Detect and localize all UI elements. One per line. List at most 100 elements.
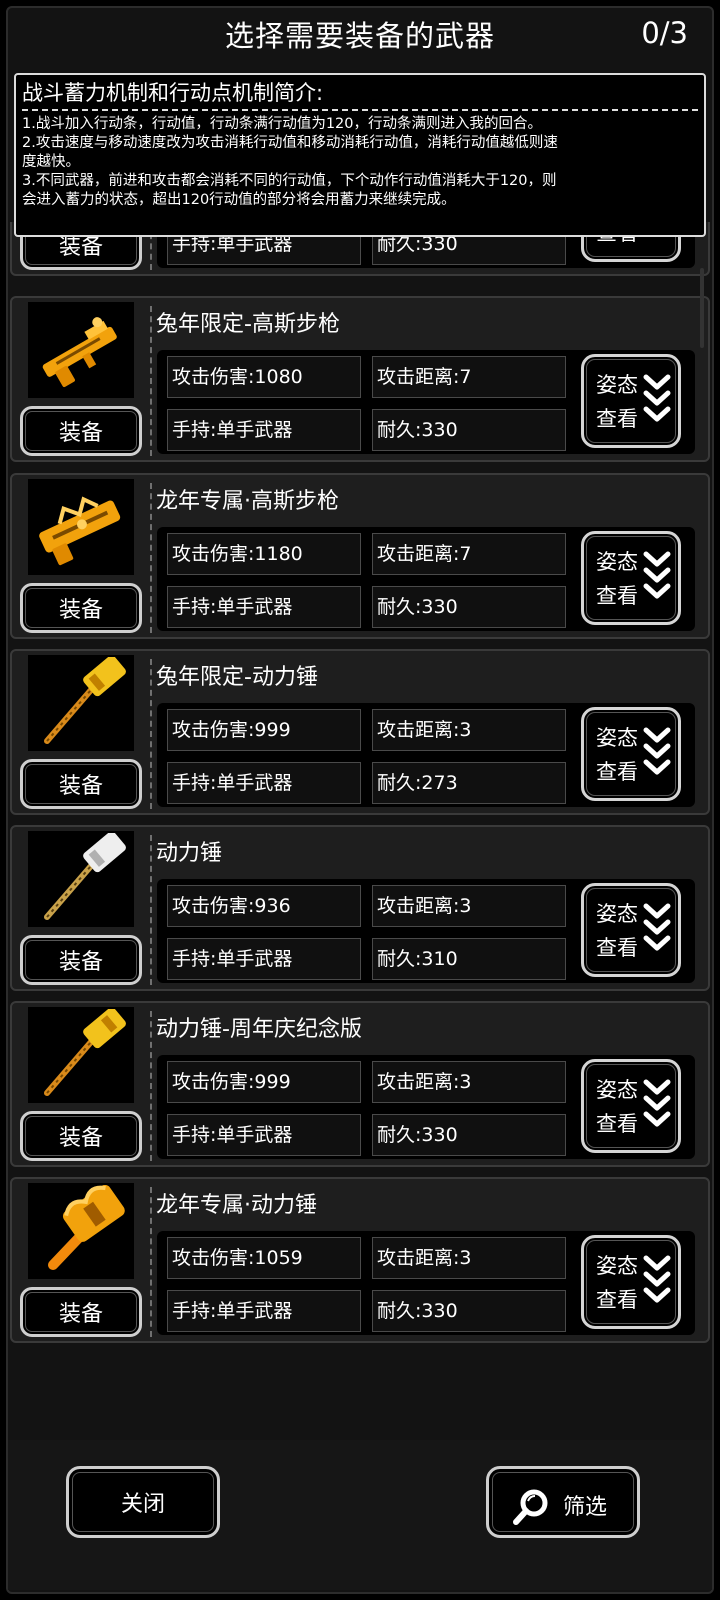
view-label: 查看 (596, 936, 638, 960)
equip-button[interactable]: 装备 (20, 406, 142, 456)
weapon-card: 装备 动力锤 攻击伤害:936 攻击距离:3 手持:单手武器 耐久:310 姿态… (10, 825, 710, 991)
attack-damage: 攻击伤害:936 (167, 885, 361, 927)
chevron-down-icon (643, 374, 671, 422)
stats-panel: 攻击伤害:1059 攻击距离:3 手持:单手武器 耐久:330 姿态 查看 (157, 1231, 695, 1335)
weapon-card: 装备 龙年专属·高斯步枪 攻击伤害:1180 攻击距离:7 手持:单手武器 耐久… (10, 473, 710, 639)
stance-view-button[interactable]: 姿态 查看 (581, 883, 681, 977)
durability: 耐久:330 (372, 409, 566, 451)
mechanics-info-panel: 战斗蓄力机制和行动点机制简介: 1.战斗加入行动条，行动值，行动条满行动值为12… (14, 73, 706, 237)
page-title: 选择需要装备的武器 (224, 19, 495, 53)
stance-view-button[interactable]: 姿态 查看 (581, 1059, 681, 1153)
attack-damage: 攻击伤害:999 (167, 1061, 361, 1103)
durability: 耐久:273 (372, 762, 566, 804)
filter-label: 筛选 (563, 1495, 608, 1520)
filter-button[interactable]: 筛选 (486, 1466, 640, 1538)
divider (150, 1187, 152, 1337)
dragon-gauss-rifle-icon (28, 479, 134, 575)
chevron-down-icon (643, 903, 671, 951)
attack-damage: 攻击伤害:1180 (167, 533, 361, 575)
attack-range: 攻击距离:3 (372, 709, 566, 751)
hold-type: 手持:单手武器 (167, 938, 361, 980)
stance-view-button[interactable]: 姿态 查看 (581, 1235, 681, 1329)
info-line: 3.不同武器，前进和攻击都会消耗不同的行动值，下个动作行动值消耗大于120，则 (22, 173, 557, 189)
weapon-list[interactable]: 装备 手持:单手武器 耐久:330 姿态 查看 (10, 222, 710, 1472)
stance-label: 姿态 (596, 902, 638, 926)
selected-count: 0/3 (641, 16, 688, 50)
equip-button[interactable]: 装备 (20, 759, 142, 809)
chevron-down-icon (643, 551, 671, 599)
chevron-down-icon (643, 1255, 671, 1303)
divider (150, 483, 152, 633)
search-icon (513, 1489, 548, 1525)
equip-button[interactable]: 装备 (20, 1111, 142, 1161)
hold-type: 手持:单手武器 (167, 762, 361, 804)
stance-label: 姿态 (596, 1254, 638, 1278)
stance-view-button[interactable]: 姿态 查看 (581, 707, 681, 801)
dragon-power-hammer-icon (28, 1183, 134, 1279)
hold-type: 手持:单手武器 (167, 1290, 361, 1332)
stance-label: 姿态 (596, 726, 638, 750)
view-label: 查看 (596, 1288, 638, 1312)
attack-range: 攻击距离:3 (372, 1061, 566, 1103)
hold-type: 手持:单手武器 (167, 1114, 361, 1156)
info-line: 度越快。 (22, 154, 80, 170)
divider (150, 1011, 152, 1161)
stance-label: 姿态 (596, 373, 638, 397)
info-line: 会进入蓄力的状态，超出120行动值的部分将会用蓄力来继续完成。 (22, 192, 456, 208)
hold-type: 手持:单手武器 (167, 586, 361, 628)
stance-label: 姿态 (596, 1078, 638, 1102)
weapon-name: 兔年限定-高斯步枪 (156, 312, 340, 337)
attack-range: 攻击距离:7 (372, 356, 566, 398)
dialog-header: 选择需要装备的武器 0/3 (0, 0, 720, 68)
info-divider (22, 109, 698, 111)
equip-button[interactable]: 装备 (20, 935, 142, 985)
divider (150, 306, 152, 456)
power-hammer-icon (28, 831, 134, 927)
view-label: 查看 (596, 584, 638, 608)
attack-range: 攻击距离:7 (372, 533, 566, 575)
info-title: 战斗蓄力机制和行动点机制简介: (22, 81, 324, 105)
divider (150, 835, 152, 985)
durability: 耐久:330 (372, 586, 566, 628)
stance-view-button[interactable]: 姿态 查看 (581, 354, 681, 448)
durability: 耐久:310 (372, 938, 566, 980)
view-label: 查看 (596, 1112, 638, 1136)
attack-range: 攻击距离:3 (372, 1237, 566, 1279)
weapon-name: 动力锤-周年庆纪念版 (156, 1017, 362, 1042)
weapon-card: 装备 兔年限定-高斯步枪 攻击伤害:1080 攻击距离:7 手持:单手武器 耐久… (10, 296, 710, 462)
chevron-down-icon (643, 727, 671, 775)
hold-type: 手持:单手武器 (167, 409, 361, 451)
stats-panel: 攻击伤害:1080 攻击距离:7 手持:单手武器 耐久:330 姿态 查看 (157, 350, 695, 454)
info-line: 1.战斗加入行动条，行动值，行动条满行动值为120，行动条满则进入我的回合。 (22, 116, 543, 132)
weapon-name: 动力锤 (156, 841, 223, 866)
stats-panel: 攻击伤害:999 攻击距离:3 手持:单手武器 耐久:330 姿态 查看 (157, 1055, 695, 1159)
weapon-card: 装备 龙年专属·动力锤 攻击伤害:1059 攻击距离:3 手持:单手武器 耐久:… (10, 1177, 710, 1343)
divider (150, 659, 152, 809)
rabbit-gauss-rifle-icon (28, 302, 134, 398)
view-label: 查看 (596, 407, 638, 431)
stance-label: 姿态 (596, 550, 638, 574)
stance-view-button[interactable]: 姿态 查看 (581, 531, 681, 625)
stats-panel: 攻击伤害:1180 攻击距离:7 手持:单手武器 耐久:330 姿态 查看 (157, 527, 695, 631)
chevron-down-icon (643, 1079, 671, 1127)
weapon-name: 龙年专属·高斯步枪 (156, 489, 339, 514)
scrollbar[interactable] (700, 268, 704, 348)
durability: 耐久:330 (372, 1114, 566, 1156)
equip-button[interactable]: 装备 (20, 1287, 142, 1337)
attack-damage: 攻击伤害:1059 (167, 1237, 361, 1279)
info-line: 2.攻击速度与移动速度改为攻击消耗行动值和移动消耗行动值，消耗行动值越低则速 (22, 135, 558, 151)
attack-damage: 攻击伤害:999 (167, 709, 361, 751)
view-label: 查看 (596, 760, 638, 784)
weapon-name: 兔年限定-动力锤 (156, 665, 318, 690)
rabbit-power-hammer-icon (28, 655, 134, 751)
attack-damage: 攻击伤害:1080 (167, 356, 361, 398)
stats-panel: 攻击伤害:936 攻击距离:3 手持:单手武器 耐久:310 姿态 查看 (157, 879, 695, 983)
attack-range: 攻击距离:3 (372, 885, 566, 927)
weapon-name: 龙年专属·动力锤 (156, 1193, 317, 1218)
equip-button[interactable]: 装备 (20, 583, 142, 633)
weapon-card: 装备 动力锤-周年庆纪念版 攻击伤害:999 攻击距离:3 手持:单手武器 耐久… (10, 1001, 710, 1167)
stats-panel: 攻击伤害:999 攻击距离:3 手持:单手武器 耐久:273 姿态 查看 (157, 703, 695, 807)
anniversary-power-hammer-icon (28, 1007, 134, 1103)
durability: 耐久:330 (372, 1290, 566, 1332)
close-button[interactable]: 关闭 (66, 1466, 220, 1538)
